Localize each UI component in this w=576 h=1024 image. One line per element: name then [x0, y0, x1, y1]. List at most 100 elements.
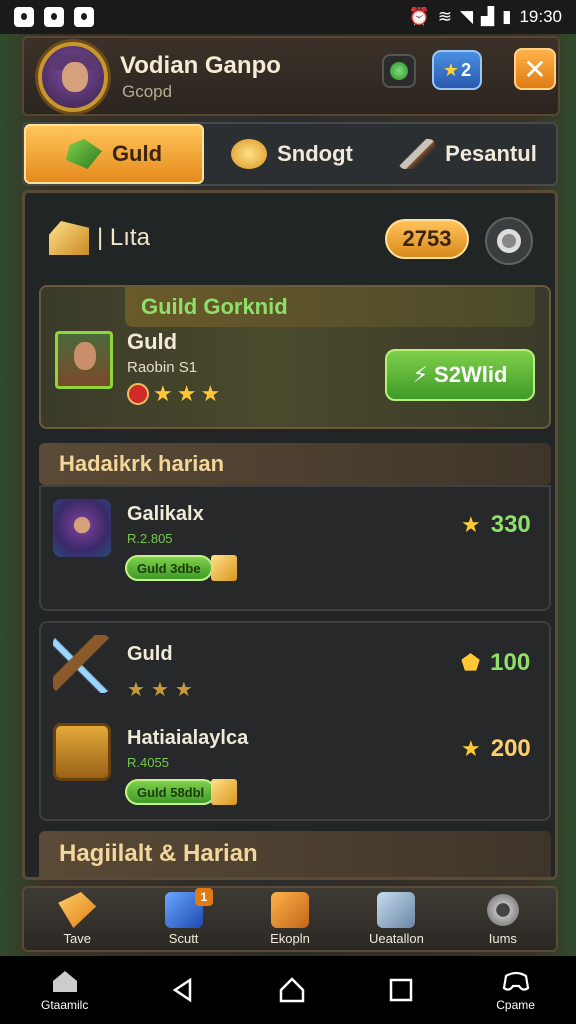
- tab-label: Guld: [111, 141, 163, 166]
- section-header: Hagiilalt & Harian: [39, 831, 551, 877]
- status-bar: ⏰ ≋ ◥ ▟ ▮ 19:30: [0, 0, 576, 34]
- bottom-nav: Tave 1 Scutt Ekopln Ueatallon Iums: [22, 886, 558, 952]
- item-stars: ★ ★ ★: [127, 679, 193, 701]
- gear-icon: [497, 229, 521, 253]
- tab-pesantul[interactable]: Pesantul: [380, 124, 556, 184]
- rank-badge-icon: [127, 383, 149, 405]
- crossbow-icon: [53, 635, 111, 693]
- shield-icon: [231, 139, 268, 169]
- guild-leader-portrait: [55, 331, 113, 389]
- item-name: Hatiaialaylca: [127, 727, 249, 749]
- tab-sndogt[interactable]: Sndogt: [204, 124, 380, 184]
- tab-label: Pesantul: [445, 141, 537, 166]
- gem-cube-icon: [377, 892, 416, 928]
- close-icon: ✕: [523, 53, 547, 85]
- battery-icon: ▮: [502, 7, 512, 26]
- recents-icon: [390, 978, 413, 1002]
- settings-button[interactable]: [485, 217, 533, 265]
- notification-icon: [14, 7, 34, 27]
- guild-rating: ★ ★ ★: [127, 383, 220, 405]
- level-label: | Lıta: [97, 224, 150, 251]
- item-name: Guld: [127, 643, 173, 665]
- tab-guild[interactable]: Guld: [24, 124, 204, 184]
- recents-button[interactable]: [388, 977, 414, 1003]
- guild-meta: Raobin S1: [127, 359, 198, 376]
- gold-cube-icon: [211, 555, 237, 581]
- item-reward: ★ 200: [461, 735, 531, 762]
- star-count: 2: [461, 59, 472, 80]
- join-guild-button[interactable]: ⚡ S2Wlid: [385, 349, 535, 401]
- gold-cube-icon: [211, 779, 237, 805]
- list-item[interactable]: Galikalx R.2.805 Guld 3dbe ★ 330: [39, 485, 551, 611]
- nav-label: Iums: [488, 931, 517, 946]
- player-name: Vodian Ganpo: [120, 52, 281, 79]
- item-subtitle: R.2.805: [127, 531, 173, 546]
- image-icon: [74, 7, 94, 27]
- treasure-chest-icon: [53, 723, 111, 781]
- home-button[interactable]: [278, 976, 306, 1004]
- home-outline-icon: [280, 977, 305, 1003]
- item-subtitle: R.4055: [127, 755, 169, 770]
- gem-button[interactable]: [382, 54, 416, 88]
- game-button[interactable]: Cpame: [496, 968, 535, 1012]
- gold-block-icon: ⬟: [461, 650, 481, 675]
- player-subtitle: Gcopd: [122, 82, 173, 101]
- gear-icon: [483, 892, 522, 928]
- back-icon: [173, 977, 192, 1003]
- controller-icon: [502, 971, 529, 991]
- section-header: Hadaikrk harian: [39, 443, 551, 485]
- back-button[interactable]: [170, 977, 196, 1003]
- game-label: Cpame: [496, 998, 535, 1012]
- sword-icon: [399, 139, 436, 169]
- mage-portrait-icon: [53, 499, 111, 557]
- nav-label: Tave: [63, 931, 91, 946]
- star-icon: ★: [200, 381, 221, 406]
- flag-icon: [58, 892, 97, 928]
- tab-label: Sndogt: [277, 141, 353, 166]
- close-button[interactable]: ✕: [514, 48, 556, 90]
- wifi-icon: ◥: [459, 7, 474, 26]
- nav-ueatallon[interactable]: Ueatallon: [343, 888, 449, 950]
- item-tag: Guld 58dbl: [125, 779, 217, 805]
- guild-name: Guld: [127, 329, 178, 354]
- player-avatar[interactable]: [38, 42, 108, 112]
- signal-icon: ▟: [481, 7, 495, 26]
- nav-scutt[interactable]: 1 Scutt: [130, 888, 236, 950]
- home-app-button[interactable]: Gtaamilc: [41, 968, 88, 1012]
- star-counter[interactable]: ★ 2: [432, 50, 482, 90]
- gem-icon: [390, 62, 408, 80]
- star-icon: ★: [153, 381, 173, 406]
- alarm-icon: ⏰: [408, 7, 430, 26]
- star-icon: ★: [461, 736, 481, 761]
- system-nav-bar: Gtaamilc Cpame: [0, 956, 576, 1024]
- status-time: 19:30: [519, 7, 562, 26]
- nav-tave[interactable]: Tave: [24, 888, 130, 950]
- star-icon: ★: [461, 512, 481, 537]
- join-label: S2Wlid: [434, 362, 508, 387]
- item-reward: ⬟ 100: [461, 649, 531, 676]
- home-app-label: Gtaamilc: [40, 998, 89, 1012]
- nav-iums[interactable]: Iums: [450, 888, 556, 950]
- nav-label: Ekopln: [270, 931, 310, 946]
- nav-label: Scutt: [168, 931, 199, 946]
- profile-header: Vodian Ganpo Gcopd ★ 2 ✕: [22, 36, 560, 116]
- leaf-icon: [65, 139, 102, 169]
- coin-counter[interactable]: 2753: [385, 219, 469, 259]
- nav-ekopln[interactable]: Ekopln: [237, 888, 343, 950]
- tab-bar: Guld Sndogt Pesantul: [22, 122, 558, 186]
- guild-card-title: Guild Gorknid: [125, 287, 535, 327]
- list-item[interactable]: Guld ★ ★ ★ ⬟ 100 Hatiaialaylca R.4055 Guld …: [39, 621, 551, 821]
- camera-icon: [44, 7, 64, 27]
- nav-label: Ueatallon: [368, 931, 424, 946]
- level-row: | Lıta: [49, 221, 150, 255]
- guild-card: Guild Gorknid Guld Raobin S1 ★ ★ ★ ⚡ S2W…: [39, 285, 551, 429]
- star-icon: ★: [176, 381, 197, 406]
- chest-icon: [271, 892, 310, 928]
- item-name: Galikalx: [127, 503, 204, 525]
- star-icon: ★: [442, 59, 460, 80]
- item-reward: ★ 330: [461, 511, 531, 538]
- item-tag: Guld 3dbe: [125, 555, 213, 581]
- lightning-icon: ⚡: [412, 362, 429, 387]
- home-icon: [52, 971, 77, 992]
- guild-panel: | Lıta 2753 Guild Gorknid Guld Raobin S1…: [22, 190, 558, 880]
